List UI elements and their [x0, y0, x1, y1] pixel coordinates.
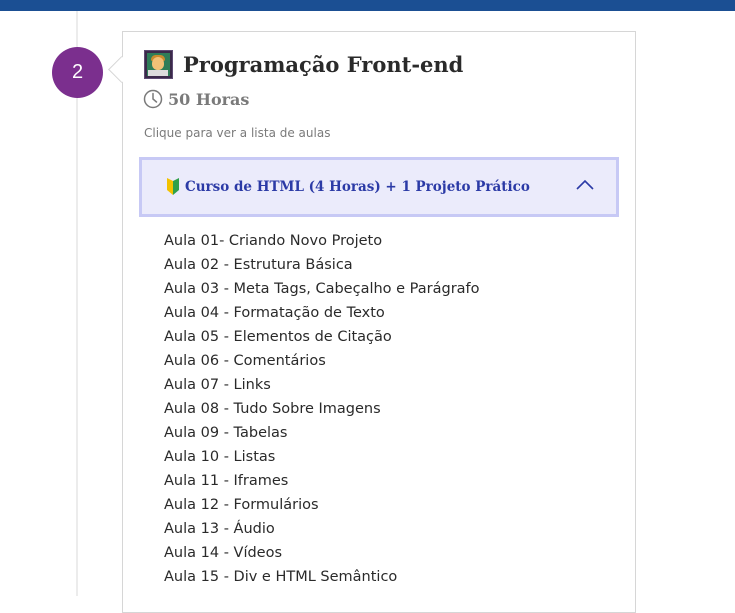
course-duration: 50 Horas — [143, 89, 249, 109]
clock-icon — [143, 89, 163, 109]
beginner-leaf-icon — [167, 178, 179, 195]
lesson-item: Aula 03 - Meta Tags, Cabeçalho e Parágra… — [164, 281, 480, 297]
lesson-item: Aula 10 - Listas — [164, 449, 276, 465]
lesson-item: Aula 15 - Div e HTML Semântico — [164, 569, 398, 585]
lesson-item: Aula 11 - Iframes — [164, 473, 289, 489]
lesson-item: Aula 01- Criando Novo Projeto — [164, 233, 383, 249]
lesson-item: Aula 06 - Comentários — [164, 353, 326, 369]
timeline-line — [76, 11, 78, 596]
step-number-badge: 2 — [52, 47, 103, 98]
course-header: Programação Front-end — [144, 50, 463, 79]
lesson-list: Aula 01- Criando Novo Projeto Aula 02 - … — [164, 229, 480, 589]
lesson-item: Aula 07 - Links — [164, 377, 271, 393]
accordion-title: Curso de HTML (4 Horas) + 1 Projeto Prát… — [185, 179, 530, 195]
step-number: 2 — [71, 61, 84, 83]
accordion-html-course[interactable]: Curso de HTML (4 Horas) + 1 Projeto Prát… — [139, 157, 619, 217]
technologist-icon — [144, 50, 173, 79]
lesson-item: Aula 08 - Tudo Sobre Imagens — [164, 401, 381, 417]
lesson-list-hint: Clique para ver a lista de aulas — [144, 126, 331, 140]
lesson-item: Aula 09 - Tabelas — [164, 425, 288, 441]
chevron-up-icon[interactable] — [576, 179, 594, 191]
course-title: Programação Front-end — [183, 52, 464, 77]
lesson-item: Aula 12 - Formulários — [164, 497, 319, 513]
top-header-bar — [0, 0, 735, 11]
lesson-item: Aula 04 - Formatação de Texto — [164, 305, 385, 321]
lesson-item: Aula 13 - Áudio — [164, 521, 275, 537]
duration-text: 50 Horas — [168, 89, 250, 109]
lesson-item: Aula 14 - Vídeos — [164, 545, 283, 561]
lesson-item: Aula 05 - Elementos de Citação — [164, 329, 392, 345]
lesson-item: Aula 02 - Estrutura Básica — [164, 257, 353, 273]
